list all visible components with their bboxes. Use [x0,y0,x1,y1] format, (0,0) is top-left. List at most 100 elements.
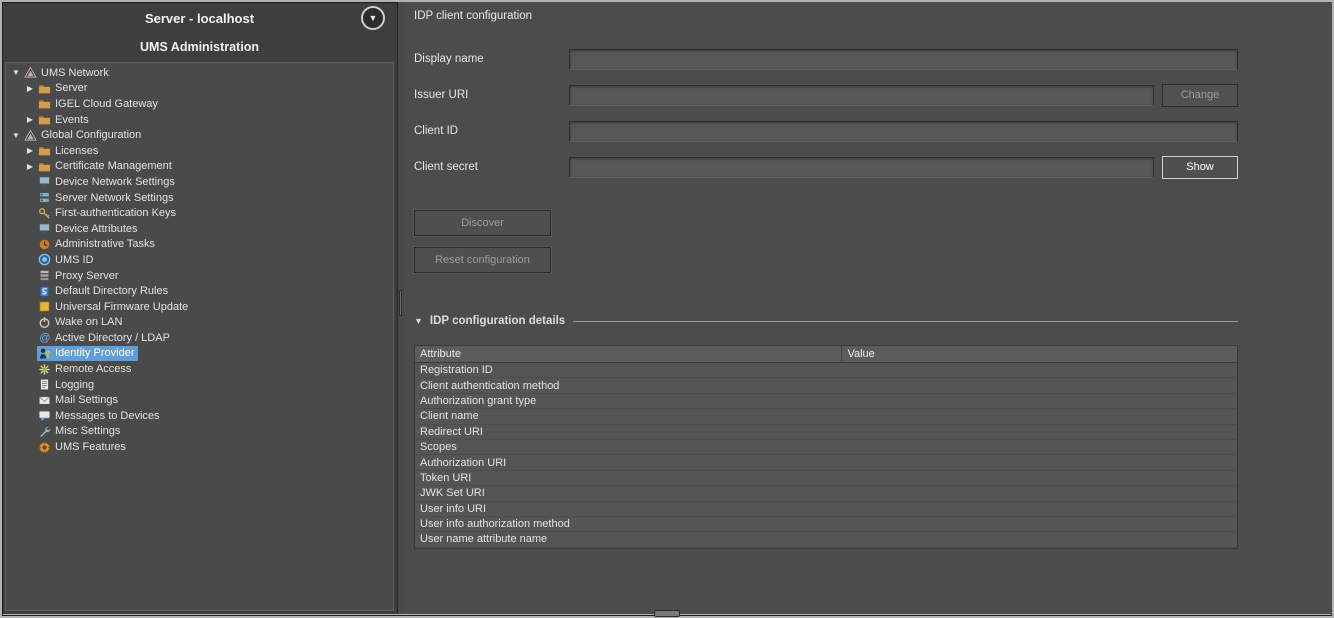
tree-item-device-network-settings[interactable]: Device Network Settings [6,174,393,190]
attribute-cell: Authorization grant type [415,395,842,407]
folder-icon [38,97,51,110]
tree-item-content[interactable]: Wake on LAN [37,315,126,331]
tree-item-content[interactable]: Server Network Settings [37,190,178,206]
tree-item-wake-on-lan[interactable]: Wake on LAN [6,315,393,331]
tree-item-proxy-server[interactable]: Proxy Server [6,268,393,284]
tree-item-licenses[interactable]: ▶Licenses [6,143,393,159]
identity-icon [38,347,51,360]
tree-item-certificate-management[interactable]: ▶Certificate Management [6,159,393,175]
chevron-right-icon[interactable]: ▶ [23,143,37,158]
tree-item-content[interactable]: Administrative Tasks [37,237,159,253]
chevron-right-icon[interactable]: ▶ [23,112,37,127]
tree-item-server[interactable]: ▶Server [6,81,393,97]
tree-item-universal-firmware-update[interactable]: Universal Firmware Update [6,299,393,315]
table-row[interactable]: Scopes [415,440,1237,455]
server-menu-button[interactable]: ▼ [361,6,385,30]
window-collapse-grip[interactable] [654,610,680,617]
tree-item-content[interactable]: IGEL Cloud Gateway [37,96,162,112]
igel-logo-icon [24,129,37,142]
at-symbol-icon: @ [38,331,51,344]
tree-item-content[interactable]: @Active Directory / LDAP [37,330,174,346]
table-row[interactable]: User info authorization method [415,517,1237,532]
table-row[interactable]: Authorization grant type [415,394,1237,409]
tree-item-content[interactable]: Global Configuration [23,127,145,143]
table-row[interactable]: Redirect URI [415,425,1237,440]
splitter-grip-icon[interactable] [399,290,402,316]
tree-item-misc-settings[interactable]: Misc Settings [6,424,393,440]
table-body: Registration ID Client authentication met… [415,363,1237,548]
chevron-down-icon[interactable]: ▼ [9,128,23,143]
tree-item-first-authentication-keys[interactable]: First-authentication Keys [6,205,393,221]
tree-item-default-directory-rules[interactable]: Default Directory Rules [6,283,393,299]
chevron-down-icon[interactable]: ▼ [414,316,423,326]
tree-item-identity-provider[interactable]: Identity Provider [6,346,393,362]
column-header-attribute[interactable]: Attribute [415,346,842,362]
tree-item-igel-cloud-gateway[interactable]: IGEL Cloud Gateway [6,96,393,112]
tree-item-content[interactable]: Events [37,112,93,128]
tree-item-content[interactable]: Proxy Server [37,268,123,284]
tree-item-server-network-settings[interactable]: Server Network Settings [6,190,393,206]
tree-item-content[interactable]: Misc Settings [37,424,124,440]
tree-item-label: Device Attributes [55,223,138,235]
tree-item-content[interactable]: Device Attributes [37,221,142,237]
client-id-input[interactable] [569,121,1238,142]
field-row-display-name: Display name [414,48,1238,70]
tree-item-active-directory-ldap[interactable]: @Active Directory / LDAP [6,330,393,346]
table-row[interactable]: Token URI [415,471,1237,486]
table-row[interactable]: Registration ID [415,363,1237,378]
show-button[interactable]: Show [1162,156,1238,179]
action-buttons: Discover Reset configuration [414,210,1238,273]
tree-item-device-attributes[interactable]: Device Attributes [6,221,393,237]
tree-item-content[interactable]: Remote Access [37,361,135,377]
table-row[interactable]: Authorization URI [415,455,1237,470]
table-row[interactable]: Client authentication method [415,378,1237,393]
discover-button[interactable]: Discover [414,210,551,236]
tree-item-label: Proxy Server [55,270,119,282]
tree-item-ums-features[interactable]: UMS Features [6,439,393,455]
tree-item-events[interactable]: ▶Events [6,112,393,128]
table-row[interactable]: Client name [415,409,1237,424]
tree-item-messages-to-devices[interactable]: Messages to Devices [6,408,393,424]
tree-item-content[interactable]: UMS Network [23,65,113,81]
issuer-uri-input[interactable] [569,85,1154,106]
tree-item-content[interactable]: Logging [37,377,98,393]
table-row[interactable]: User info URI [415,502,1237,517]
tree-item-content[interactable]: Licenses [37,143,102,159]
tree-item-content[interactable]: Mail Settings [37,392,122,408]
reset-configuration-button[interactable]: Reset configuration [414,247,551,273]
display-name-input[interactable] [569,49,1238,70]
tree-item-mail-settings[interactable]: Mail Settings [6,392,393,408]
tree-item-content[interactable]: Identity Provider [37,346,138,362]
tree-item-content[interactable]: UMS ID [37,252,98,268]
tree-item-ums-id[interactable]: UMS ID [6,252,393,268]
tree-item-label: UMS Features [55,441,126,453]
tree-item-ums-network[interactable]: ▼UMS Network [6,65,393,81]
tree-item-content[interactable]: Device Network Settings [37,174,179,190]
table-row[interactable]: JWK Set URI [415,486,1237,501]
tree-item-label: Logging [55,379,94,391]
tree-item-content[interactable]: First-authentication Keys [37,205,180,221]
issuer-uri-label: Issuer URI [414,89,569,101]
chevron-right-icon[interactable]: ▶ [23,81,37,96]
column-header-value[interactable]: Value [842,346,1237,362]
wrench-icon [38,425,51,438]
client-secret-input[interactable] [569,157,1154,178]
tree-item-administrative-tasks[interactable]: Administrative Tasks [6,237,393,253]
tree-item-content[interactable]: Default Directory Rules [37,283,172,299]
chevron-down-icon[interactable]: ▼ [9,65,23,80]
firmware-icon [38,300,51,313]
tree-item-content[interactable]: Certificate Management [37,159,176,175]
tree-item-content[interactable]: Universal Firmware Update [37,299,192,315]
change-button[interactable]: Change [1162,84,1238,107]
tree-item-logging[interactable]: Logging [6,377,393,393]
tree-item-content[interactable]: UMS Features [37,439,130,455]
attribute-cell: Token URI [415,472,842,484]
tree-item-global-configuration[interactable]: ▼Global Configuration [6,127,393,143]
tree-item-remote-access[interactable]: Remote Access [6,361,393,377]
chevron-right-icon[interactable]: ▶ [23,159,37,174]
attribute-cell: Client authentication method [415,380,842,392]
server-title: Server - localhost [145,11,254,26]
tree-item-content[interactable]: Messages to Devices [37,408,164,424]
table-row[interactable]: User name attribute name [415,532,1237,547]
tree-item-content[interactable]: Server [37,81,91,97]
